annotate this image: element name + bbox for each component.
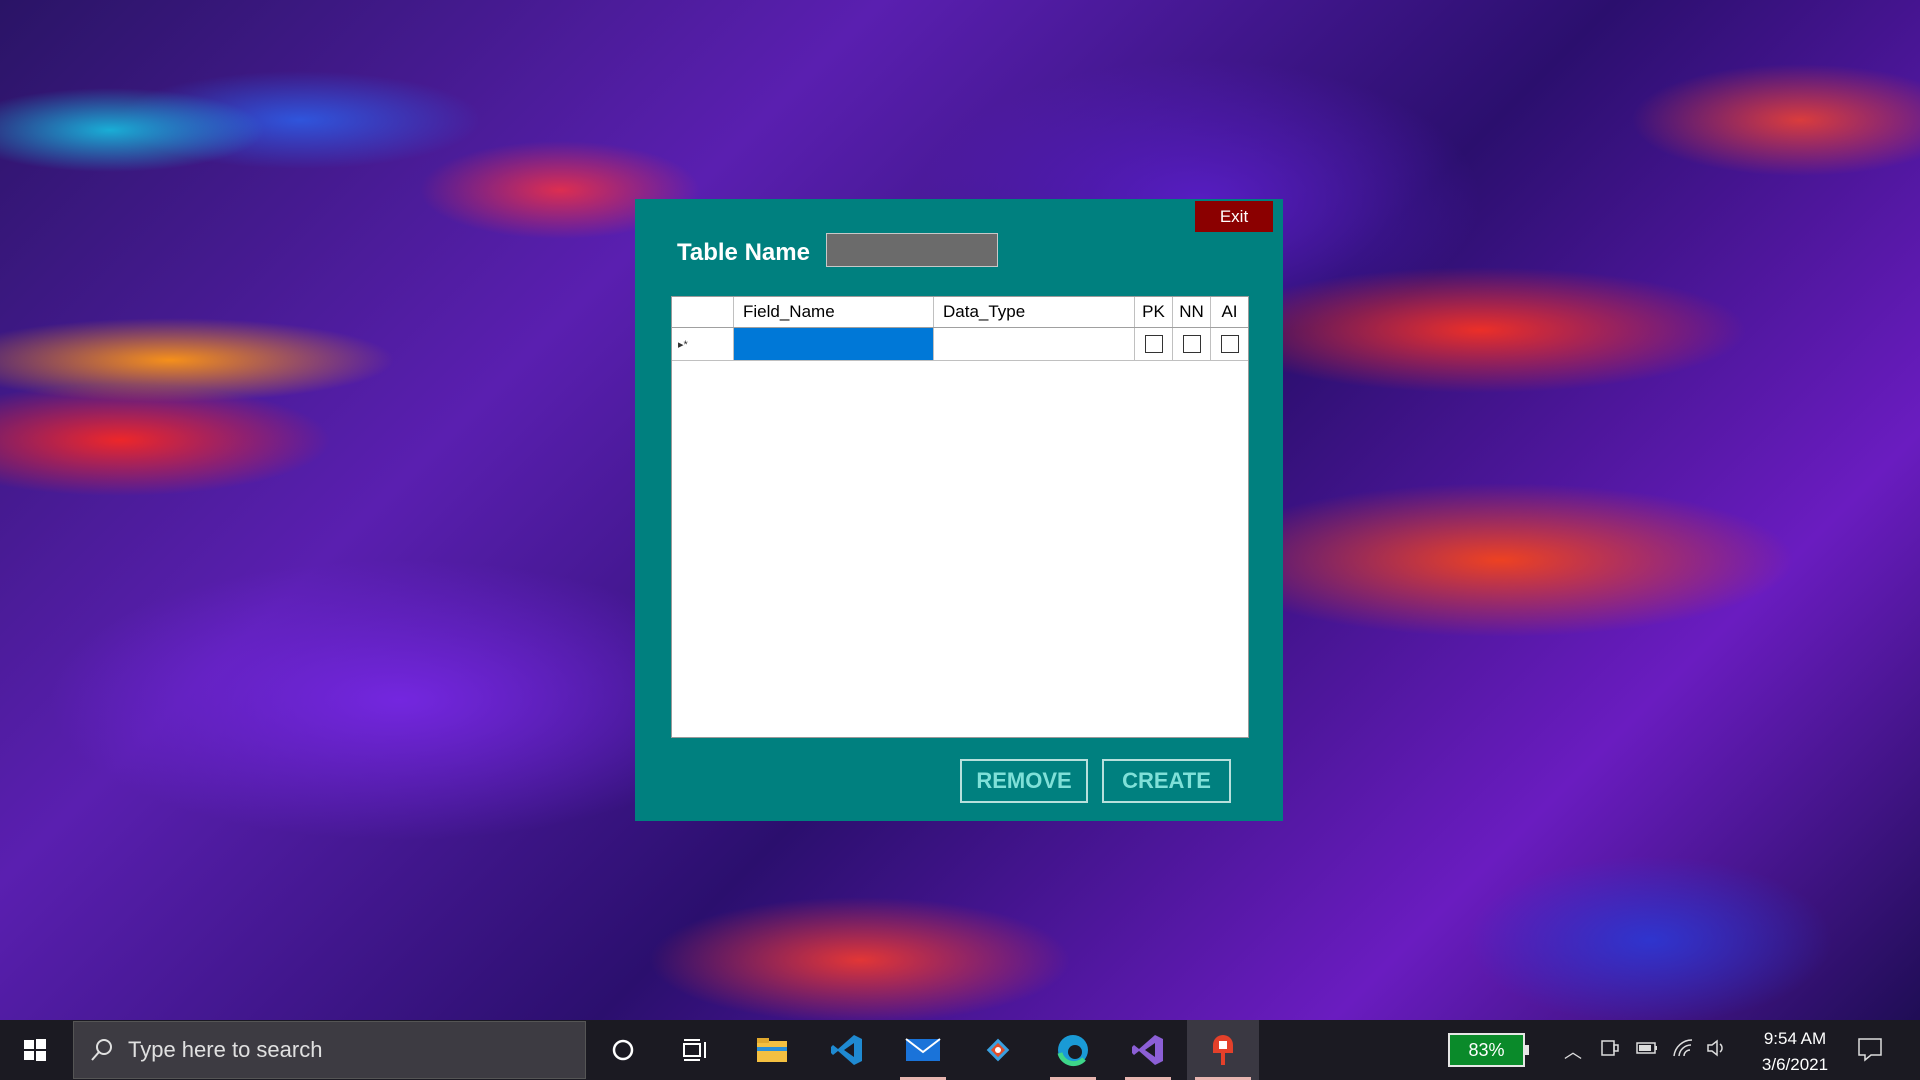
search-icon	[91, 1039, 112, 1061]
remove-button[interactable]: REMOVE	[960, 759, 1088, 803]
chevron-up-icon[interactable]: ︿	[1564, 1038, 1582, 1064]
vscode-icon	[831, 1035, 862, 1065]
create-table-dialog: Exit Table Name Field_Name Data_Type PK …	[635, 199, 1283, 821]
task-view-button[interactable]	[665, 1020, 725, 1080]
taskbar-search-box[interactable]: Type here to search	[73, 1021, 586, 1079]
file-explorer-icon	[757, 1038, 787, 1062]
create-button[interactable]: CREATE	[1102, 759, 1231, 803]
clock-time: 9:54 AM	[1763, 1029, 1827, 1048]
git-icon	[986, 1038, 1010, 1062]
wifi-icon[interactable]	[1672, 1038, 1694, 1058]
nn-cell	[1173, 328, 1211, 360]
pk-checkbox[interactable]	[1144, 335, 1163, 353]
cortana-icon	[612, 1039, 634, 1061]
pk-cell	[1135, 328, 1173, 360]
exit-button[interactable]: Exit	[1195, 201, 1273, 232]
windows-start-icon	[24, 1039, 46, 1061]
new-row: ▸*	[672, 328, 1248, 361]
git-button[interactable]	[967, 1020, 1029, 1080]
column-header-nn[interactable]: NN	[1173, 297, 1211, 327]
mail-button[interactable]	[892, 1020, 954, 1080]
row-header[interactable]: ▸*	[672, 328, 734, 360]
column-header-ai[interactable]: AI	[1211, 297, 1248, 327]
edge-button[interactable]	[1042, 1020, 1104, 1080]
row-header-corner	[672, 297, 734, 327]
column-header-data-type[interactable]: Data_Type	[934, 297, 1135, 327]
start-button[interactable]	[0, 1020, 70, 1080]
notification-icon[interactable]	[1857, 1036, 1883, 1062]
file-explorer-button[interactable]	[742, 1020, 802, 1080]
app-icon	[1213, 1035, 1233, 1065]
taskbar: Type here to search 83% ︿ 9:54 AM 3/6/20…	[0, 1020, 1920, 1080]
field-name-cell[interactable]	[734, 328, 934, 360]
grid-header-row: Field_Name Data_Type PK NN AI	[672, 297, 1248, 328]
nn-checkbox[interactable]	[1182, 335, 1201, 353]
battery-icon[interactable]	[1636, 1038, 1658, 1058]
visual-studio-button[interactable]	[1117, 1020, 1179, 1080]
vscode-button[interactable]	[817, 1020, 877, 1080]
task-view-icon	[683, 1039, 706, 1061]
volume-icon[interactable]	[1706, 1038, 1728, 1058]
column-header-pk[interactable]: PK	[1135, 297, 1173, 327]
fields-grid[interactable]: Field_Name Data_Type PK NN AI ▸*	[671, 296, 1249, 738]
active-app-button[interactable]	[1187, 1020, 1259, 1080]
ai-cell	[1211, 328, 1248, 360]
new-row-marker: ▸*	[678, 338, 688, 351]
table-name-input[interactable]	[826, 233, 998, 267]
clock-date: 3/6/2021	[1761, 1055, 1829, 1074]
table-name-label: Table Name	[677, 239, 810, 266]
visual-studio-icon	[1132, 1035, 1163, 1065]
search-placeholder: Type here to search	[128, 1037, 323, 1062]
battery-percentage[interactable]: 83%	[1448, 1033, 1529, 1067]
clock[interactable]: 9:54 AM 3/6/2021	[1740, 1026, 1850, 1078]
meet-now-icon[interactable]	[1600, 1038, 1620, 1058]
edge-icon	[1057, 1035, 1088, 1067]
ai-checkbox[interactable]	[1220, 335, 1239, 353]
column-header-field-name[interactable]: Field_Name	[734, 297, 934, 327]
cortana-button[interactable]	[593, 1020, 653, 1080]
mail-icon	[905, 1038, 941, 1061]
data-type-cell[interactable]	[934, 328, 1135, 360]
